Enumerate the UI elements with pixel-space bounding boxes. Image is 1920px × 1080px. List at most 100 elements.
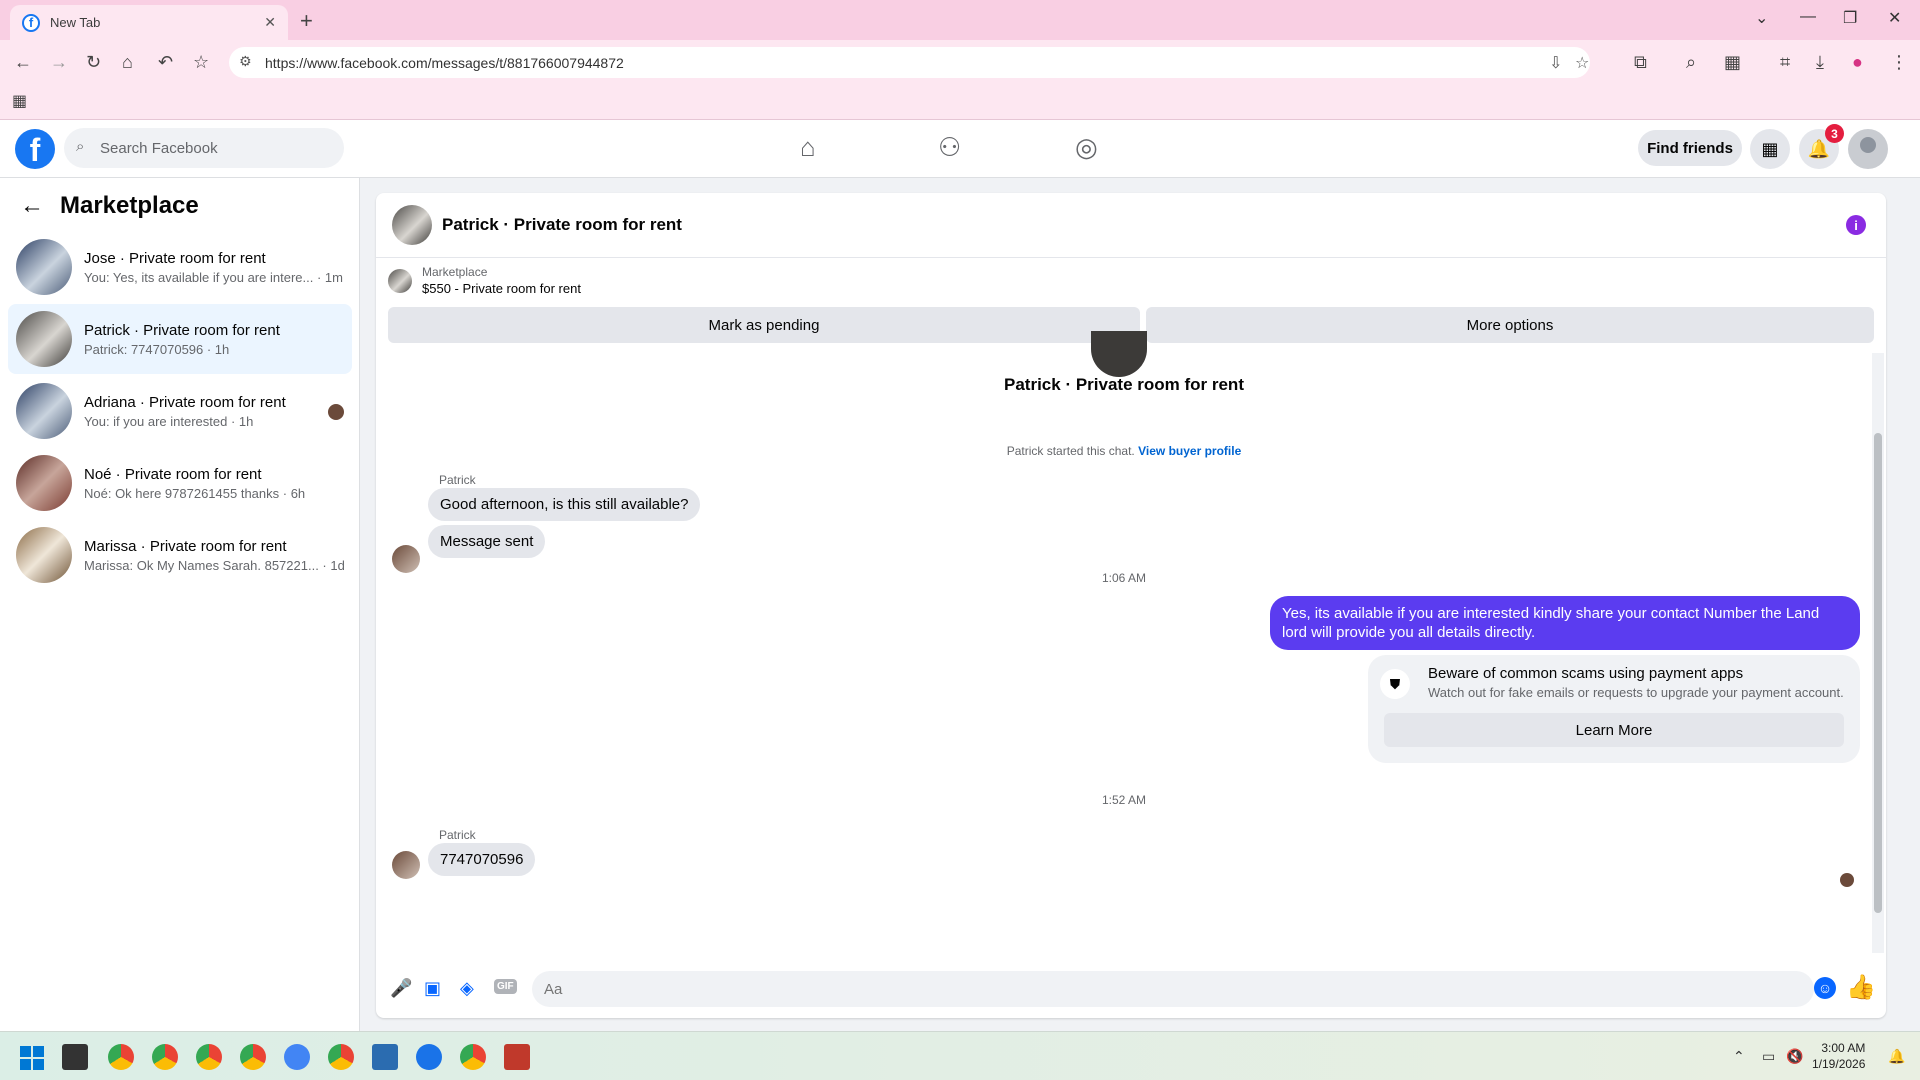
- friends-nav-icon[interactable]: ⚇: [938, 132, 961, 163]
- new-tab-icon[interactable]: +: [300, 8, 313, 34]
- message-input[interactable]: [532, 971, 1814, 1007]
- bookmark-star-icon[interactable]: ☆: [193, 52, 209, 73]
- install-app-icon[interactable]: ⇩: [1549, 53, 1562, 73]
- thread-scrollbar[interactable]: [1872, 353, 1884, 953]
- tray-chevron-icon[interactable]: ⌃: [1733, 1048, 1745, 1065]
- outgoing-message[interactable]: Yes, its available if you are interested…: [1270, 596, 1860, 650]
- listing-thumbnail: [388, 268, 412, 293]
- emoji-icon[interactable]: ☺: [1814, 977, 1836, 999]
- search-placeholder: Search Facebook: [100, 139, 218, 157]
- download-icon[interactable]: ⤓: [1816, 52, 1824, 73]
- conversation-preview: Marissa: Ok My Names Sarah. 857221... · …: [84, 557, 345, 573]
- conversation-item[interactable]: Noé · Private room for rent Noé: Ok here…: [8, 448, 352, 518]
- crop-icon[interactable]: ⌗: [1780, 52, 1790, 73]
- home-icon[interactable]: ⌂: [122, 52, 133, 73]
- minimize-icon[interactable]: —: [1800, 8, 1816, 26]
- find-friends-button[interactable]: Find friends: [1638, 130, 1742, 166]
- conversation-item[interactable]: Marissa · Private room for rent Marissa:…: [8, 520, 352, 590]
- browser-tab-strip: f New Tab ✕ + ⌄ — ❐ ✕: [0, 0, 1920, 40]
- site-info-icon[interactable]: ⚙: [239, 53, 252, 70]
- home-nav-icon[interactable]: ⌂: [800, 132, 816, 163]
- menu-grid-icon[interactable]: ▦: [1750, 129, 1790, 169]
- marketplace-listing[interactable]: Marketplace $550 - Private room for rent: [388, 265, 581, 296]
- google-icon[interactable]: [284, 1044, 310, 1070]
- conversation-name: Patrick · Private room for rent: [84, 321, 280, 339]
- listing-thumbnail: [16, 311, 72, 367]
- windows-start-icon[interactable]: [20, 1046, 44, 1070]
- url-field[interactable]: ⚙ https://www.facebook.com/messages/t/88…: [229, 47, 1590, 78]
- tab-title: New Tab: [50, 15, 101, 30]
- sender-avatar[interactable]: [392, 545, 420, 573]
- reload-icon[interactable]: ↻: [86, 52, 101, 73]
- gif-icon[interactable]: GIF: [494, 979, 517, 994]
- star-icon[interactable]: ☆: [1575, 53, 1589, 73]
- file-explorer-icon[interactable]: [62, 1044, 88, 1070]
- sticker-icon[interactable]: ◈: [460, 978, 474, 999]
- snipping-tool-icon[interactable]: [504, 1044, 530, 1070]
- back-arrow-icon[interactable]: ←: [20, 192, 44, 220]
- listing-thumbnail: [16, 239, 72, 295]
- conversation-item[interactable]: Adriana · Private room for rent You: if …: [8, 376, 352, 446]
- notepad-icon[interactable]: [372, 1044, 398, 1070]
- learn-more-button[interactable]: Learn More: [1384, 713, 1844, 747]
- bookmarks-bar: ▦: [0, 85, 1920, 120]
- incoming-message[interactable]: Good afternoon, is this still available?: [428, 488, 701, 521]
- qr-icon[interactable]: ▦: [1724, 52, 1741, 73]
- apps-grid-icon[interactable]: ▦: [12, 91, 27, 111]
- conversation-name: Jose · Private room for rent: [84, 249, 266, 267]
- chrome-icon[interactable]: [240, 1044, 266, 1070]
- extensions-icon[interactable]: ⧉: [1634, 52, 1647, 73]
- view-buyer-profile-link[interactable]: View buyer profile: [1138, 444, 1241, 458]
- chrome-icon[interactable]: [196, 1044, 222, 1070]
- system-clock[interactable]: 3:00 AM 1/19/2026: [1812, 1040, 1865, 1072]
- more-options-button[interactable]: More options: [1146, 307, 1874, 343]
- back-icon[interactable]: ←: [14, 52, 32, 73]
- started-note: Patrick started this chat. View buyer pr…: [376, 444, 1872, 458]
- incoming-message[interactable]: Message sent: [428, 525, 546, 558]
- contact-avatar: [1091, 331, 1147, 377]
- groups-nav-icon[interactable]: ◎: [1075, 132, 1098, 163]
- photo-icon[interactable]: ▣: [424, 978, 441, 999]
- like-thumb-icon[interactable]: 👍: [1846, 973, 1876, 1002]
- network-icon[interactable]: ▭: [1762, 1048, 1775, 1065]
- mark-as-pending-button[interactable]: Mark as pending: [388, 307, 1140, 343]
- tab-close-icon[interactable]: ✕: [264, 14, 276, 31]
- chrome-icon[interactable]: [328, 1044, 354, 1070]
- volume-icon[interactable]: 🔇: [1786, 1048, 1803, 1065]
- chat-title[interactable]: Patrick · Private room for rent: [442, 215, 682, 235]
- sidebar-header: ← Marketplace: [20, 192, 199, 220]
- chrome-icon[interactable]: [152, 1044, 178, 1070]
- microphone-icon[interactable]: 🎤: [390, 978, 412, 999]
- chrome-profile-icon[interactable]: [416, 1044, 442, 1070]
- facebook-logo-icon[interactable]: f: [15, 129, 55, 169]
- chrome-active-icon[interactable]: [460, 1044, 486, 1070]
- chrome-icon[interactable]: [108, 1044, 134, 1070]
- restore-icon[interactable]: ❐: [1843, 8, 1857, 28]
- browser-tab[interactable]: f New Tab ✕: [10, 5, 288, 40]
- chat-avatar[interactable]: [392, 205, 432, 245]
- facebook-header: f ⌕ Search Facebook ⌂ ⚇ ◎ Find friends ▦…: [0, 120, 1920, 178]
- conversation-preview: You: Yes, its available if you are inter…: [84, 269, 343, 285]
- sender-avatar[interactable]: [392, 851, 420, 879]
- close-window-icon[interactable]: ✕: [1888, 8, 1901, 28]
- scrollbar-thumb[interactable]: [1874, 433, 1882, 913]
- info-icon[interactable]: i: [1846, 215, 1866, 235]
- undo-icon[interactable]: ↶: [158, 52, 173, 73]
- profile-icon[interactable]: ●: [1852, 52, 1863, 73]
- chat-header: Patrick · Private room for rent i: [376, 193, 1886, 258]
- incoming-message[interactable]: 7747070596: [428, 843, 536, 876]
- conversation-item[interactable]: Jose · Private room for rent You: Yes, i…: [8, 232, 352, 302]
- clock-time: 3:00 AM: [1821, 1041, 1866, 1055]
- account-avatar[interactable]: [1848, 129, 1888, 169]
- zoom-icon[interactable]: ⌕: [1686, 52, 1696, 73]
- notification-bell-icon[interactable]: 🔔: [1888, 1048, 1905, 1065]
- conversation-preview: Patrick: 7747070596 · 1h: [84, 341, 230, 357]
- tab-search-icon[interactable]: ⌄: [1755, 8, 1768, 28]
- shield-icon: ⛊: [1380, 669, 1410, 699]
- menu-icon[interactable]: ⋮: [1890, 52, 1908, 73]
- forward-icon[interactable]: →: [50, 52, 68, 73]
- conversation-item-active[interactable]: Patrick · Private room for rent Patrick:…: [8, 304, 352, 374]
- search-input[interactable]: ⌕ Search Facebook: [64, 128, 344, 168]
- conversation-preview: Noé: Ok here 9787261455 thanks · 6h: [84, 485, 306, 501]
- facebook-favicon-icon: f: [22, 13, 40, 32]
